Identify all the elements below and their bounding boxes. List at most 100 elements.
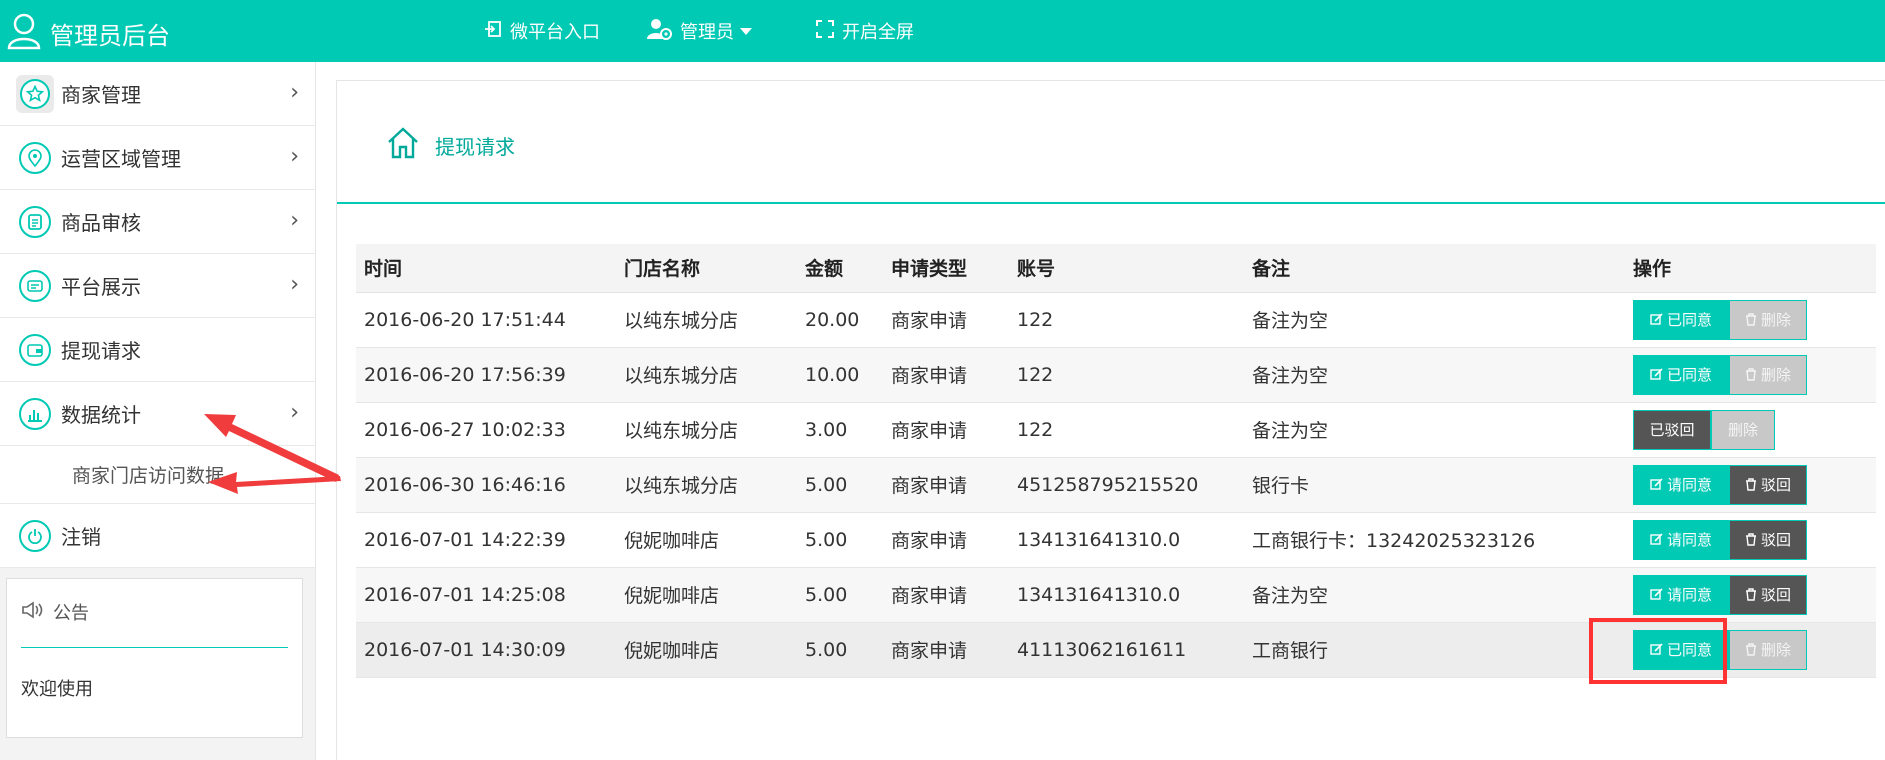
approved-button[interactable]: 已同意 (1633, 354, 1729, 395)
delete-button[interactable]: 删除 (1729, 629, 1807, 670)
sidebar-item-goods-review[interactable]: 商品审核 › (0, 190, 315, 254)
cell-note: 备注为空 (1244, 347, 1625, 403)
admin-gear-icon (646, 17, 680, 46)
breadcrumb-divider (337, 202, 1885, 204)
cell-account: 41113062161611 (1009, 622, 1244, 678)
page-title: 提现请求 (435, 135, 515, 159)
button-label: 删除 (1760, 366, 1791, 384)
cell-type: 商家申请 (883, 402, 1009, 458)
sidebar-subitem-store-visits[interactable]: 商家门店访问数据 (0, 446, 315, 504)
cell-amount: 5.00 (797, 567, 883, 623)
sidebar-item-merchant[interactable]: 商家管理 › (0, 62, 315, 126)
delete-button[interactable]: 删除 (1729, 354, 1807, 395)
edit-icon (1650, 368, 1663, 380)
caret-down-icon (740, 27, 752, 35)
cell-type: 商家申请 (883, 292, 1009, 348)
trash-icon (1745, 478, 1756, 491)
star-icon (16, 74, 54, 113)
cell-store: 以纯东城分店 (616, 347, 797, 403)
approve-button[interactable]: 请同意 (1633, 464, 1729, 505)
button-label: 删除 (1760, 641, 1791, 659)
portal-link[interactable]: 微平台入口 (484, 0, 600, 62)
chevron-right-icon: › (290, 400, 299, 425)
button-label: 请同意 (1666, 531, 1712, 549)
fullscreen-button[interactable]: 开启全屏 (816, 0, 914, 62)
fullscreen-label: 开启全屏 (842, 22, 914, 43)
cell-note: 备注为空 (1244, 292, 1625, 348)
trash-icon (1745, 368, 1756, 381)
col-header-time: 时间 (356, 244, 616, 293)
table-row: 2016-07-01 14:25:08 倪妮咖啡店 5.00 商家申请 1341… (356, 567, 1876, 623)
chart-icon (19, 397, 51, 430)
col-header-type: 申请类型 (883, 244, 1009, 293)
delete-button[interactable]: 删除 (1711, 409, 1775, 450)
brand[interactable]: 管理员后台 (6, 12, 170, 54)
notice-panel: 公告 欢迎使用 (6, 578, 303, 738)
col-header-note: 备注 (1244, 244, 1625, 293)
chevron-right-icon: › (290, 80, 299, 105)
col-header-actions: 操作 (1625, 244, 1876, 293)
withdraw-table: 时间 门店名称 金额 申请类型 账号 备注 操作 2016-06-20 17:5… (356, 244, 1876, 678)
sidebar-item-logout[interactable]: 注销 (0, 504, 315, 568)
display-icon (19, 269, 51, 302)
cell-note: 备注为空 (1244, 402, 1625, 458)
admin-dropdown[interactable]: 管理员 (646, 0, 752, 62)
table-row: 2016-06-20 17:51:44 以纯东城分店 20.00 商家申请 12… (356, 292, 1876, 348)
edit-icon (1650, 313, 1663, 325)
chevron-right-icon: › (290, 208, 299, 233)
sidebar-menu: 商家管理 › 运营区域管理 › 商品审核 › 平台展示 › 提现请求 数据统计 … (0, 62, 315, 568)
chevron-right-icon: › (290, 272, 299, 297)
cell-time: 2016-07-01 14:25:08 (356, 567, 616, 623)
cell-time: 2016-07-01 14:30:09 (356, 622, 616, 678)
cell-amount: 5.00 (797, 512, 883, 568)
cell-actions: 请同意 驳回 (1625, 567, 1876, 623)
cell-amount: 5.00 (797, 457, 883, 513)
sidebar-item-platform-display[interactable]: 平台展示 › (0, 254, 315, 318)
cell-store: 倪妮咖啡店 (616, 567, 797, 623)
cell-type: 商家申请 (883, 347, 1009, 403)
edit-icon (1650, 588, 1663, 600)
power-icon (19, 519, 51, 552)
notice-title: 公告 (53, 603, 89, 624)
delete-button[interactable]: 删除 (1729, 299, 1807, 340)
cell-amount: 10.00 (797, 347, 883, 403)
cell-amount: 3.00 (797, 402, 883, 458)
approved-button[interactable]: 已同意 (1633, 299, 1729, 340)
edit-icon (1650, 478, 1663, 490)
approve-button[interactable]: 请同意 (1633, 519, 1729, 560)
sidebar-item-region[interactable]: 运营区域管理 › (0, 126, 315, 190)
location-icon (19, 141, 51, 174)
notice-header: 公告 (21, 599, 89, 625)
sidebar-item-label: 提现请求 (61, 339, 141, 363)
document-icon (19, 205, 51, 238)
cell-store: 倪妮咖啡店 (616, 512, 797, 568)
sidebar-item-label: 数据统计 (61, 403, 141, 427)
button-label: 请同意 (1666, 586, 1712, 604)
rejected-button[interactable]: 已驳回 (1633, 409, 1711, 450)
cell-actions: 请同意 驳回 (1625, 512, 1876, 568)
sidebar-item-statistics[interactable]: 数据统计 › (0, 382, 315, 446)
reject-button[interactable]: 驳回 (1729, 464, 1807, 505)
app-title: 管理员后台 (50, 21, 170, 50)
cell-actions: 请同意 驳回 (1625, 457, 1876, 513)
reject-button[interactable]: 驳回 (1729, 519, 1807, 560)
cell-account: 122 (1009, 292, 1244, 348)
reject-button[interactable]: 驳回 (1729, 574, 1807, 615)
table-header-row: 时间 门店名称 金额 申请类型 账号 备注 操作 (356, 244, 1876, 293)
cell-amount: 5.00 (797, 622, 883, 678)
speaker-icon (21, 601, 47, 624)
breadcrumb: 提现请求 (385, 125, 515, 166)
col-header-amount: 金额 (797, 244, 883, 293)
login-icon (484, 20, 510, 43)
cell-note: 工商银行 (1244, 622, 1625, 678)
cell-time: 2016-07-01 14:22:39 (356, 512, 616, 568)
cell-note: 银行卡 (1244, 457, 1625, 513)
sidebar-item-withdraw[interactable]: 提现请求 (0, 318, 315, 382)
sidebar-item-label: 运营区域管理 (61, 147, 181, 171)
button-label: 请同意 (1666, 476, 1712, 494)
approve-button[interactable]: 请同意 (1633, 574, 1729, 615)
home-icon[interactable] (385, 125, 421, 166)
table-row: 2016-06-30 16:46:16 以纯东城分店 5.00 商家申请 451… (356, 457, 1876, 513)
cell-actions: 已同意 删除 (1625, 347, 1876, 403)
cell-type: 商家申请 (883, 457, 1009, 513)
